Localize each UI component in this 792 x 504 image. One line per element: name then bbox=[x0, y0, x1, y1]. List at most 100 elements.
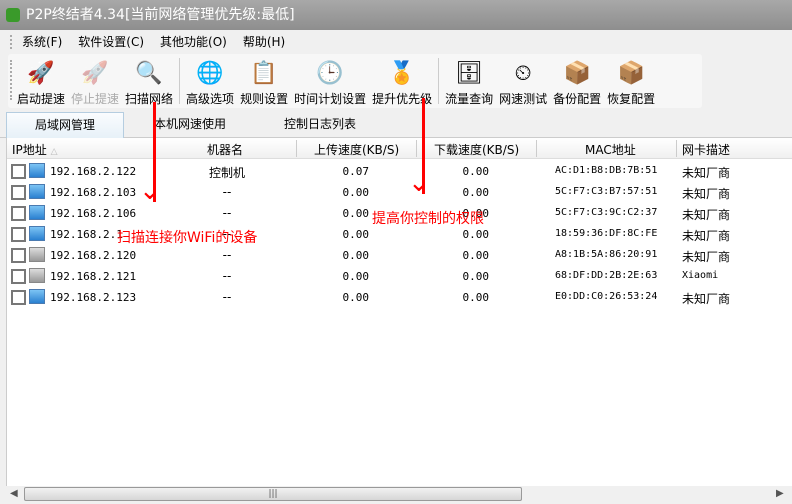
menu-grip[interactable] bbox=[10, 35, 12, 49]
rocket-disabled-icon: 🚀 bbox=[81, 60, 109, 86]
col-mac[interactable]: MAC地址 bbox=[585, 141, 636, 158]
computer-icon bbox=[29, 226, 45, 241]
toolbar-label: 规则设置 bbox=[240, 92, 289, 106]
box-download-icon: 📦 bbox=[563, 60, 591, 86]
toolbar-button-4[interactable]: 📋 规则设置 bbox=[237, 54, 291, 108]
cell-upload: 0.07 bbox=[342, 165, 370, 178]
cell-vendor: 未知厂商 bbox=[682, 250, 731, 264]
cell-vendor: 未知厂商 bbox=[682, 166, 731, 180]
tab-lan-management[interactable]: 局域网管理 bbox=[6, 112, 124, 138]
cell-download: 0.00 bbox=[462, 291, 490, 304]
cell-mac: 5C:F7:C3:9C:C2:37 bbox=[555, 207, 658, 218]
row-checkbox[interactable] bbox=[11, 290, 26, 305]
row-checkbox[interactable] bbox=[11, 164, 26, 179]
toolbar-grip[interactable] bbox=[10, 60, 12, 100]
cell-vendor: 未知厂商 bbox=[682, 208, 731, 222]
row-checkbox[interactable] bbox=[11, 206, 26, 221]
toolbar-label: 高级选项 bbox=[186, 92, 235, 106]
annotation-scan-text: 扫描连接你WiFi的设备 bbox=[117, 230, 258, 246]
cell-name: 控制机 bbox=[208, 166, 245, 180]
annotation-arrowhead-priority: ⌄ bbox=[408, 168, 430, 198]
cell-mac: 5C:F7:C3:B7:57:51 bbox=[555, 186, 658, 197]
computer-icon bbox=[29, 268, 45, 283]
computer-icon bbox=[29, 289, 45, 304]
cell-vendor: Xiaomi bbox=[682, 270, 719, 281]
cell-ip: 192.168.2.123 bbox=[50, 291, 137, 304]
row-checkbox[interactable] bbox=[11, 269, 26, 284]
tab-bar: 局域网管理 本机网速使用 控制日志列表 bbox=[0, 108, 792, 138]
cell-mac: A8:1B:5A:86:20:91 bbox=[555, 249, 658, 260]
cell-download: 0.00 bbox=[462, 165, 490, 178]
app-logo-icon bbox=[6, 8, 20, 22]
toolbar-button-7[interactable]: 🗄 流量查询 bbox=[442, 54, 496, 108]
table-row[interactable]: 192.168.2.122 控制机 0.07 0.00 AC:D1:B8:DB:… bbox=[7, 161, 792, 182]
row-checkbox[interactable] bbox=[11, 185, 26, 200]
box-restore-icon: 📦 bbox=[617, 60, 645, 86]
device-list: IP地址 △ 机器名 上传速度(KB/S) 下载速度(KB/S) MAC地址 网… bbox=[6, 138, 792, 486]
sort-asc-icon: △ bbox=[50, 147, 58, 157]
col-upload[interactable]: 上传速度(KB/S) bbox=[314, 141, 399, 158]
toolbar-label: 停止提速 bbox=[71, 92, 120, 106]
toolbar-button-8[interactable]: ⏲ 网速测试 bbox=[496, 54, 550, 108]
cell-ip: 192.168.2.103 bbox=[50, 186, 137, 199]
toolbar-button-9[interactable]: 📦 备份配置 bbox=[550, 54, 604, 108]
speedometer-icon: ⏲ bbox=[514, 60, 532, 86]
toolbar-button-10[interactable]: 📦 恢复配置 bbox=[604, 54, 658, 108]
table-row[interactable]: 192.168.2.123 -- 0.00 0.00 E0:DD:C0:26:5… bbox=[7, 287, 792, 308]
menu-bar: 系统(F) 软件设置(C) 其他功能(O) 帮助(H) bbox=[0, 31, 792, 53]
scroll-right-icon[interactable]: ▶ bbox=[776, 488, 784, 499]
table-row[interactable]: 192.168.2.120 -- 0.00 0.00 A8:1B:5A:86:2… bbox=[7, 245, 792, 266]
cell-name: -- bbox=[222, 206, 232, 220]
rocket-icon: 🚀 bbox=[27, 60, 55, 86]
menu-other[interactable]: 其他功能(O) bbox=[152, 31, 235, 53]
scroll-left-icon[interactable]: ◀ bbox=[10, 488, 18, 499]
cell-upload: 0.00 bbox=[342, 207, 370, 220]
menu-settings[interactable]: 软件设置(C) bbox=[70, 31, 152, 53]
toolbar-button-3[interactable]: 🌐 高级选项 bbox=[183, 54, 237, 108]
toolbar-separator bbox=[438, 58, 440, 104]
cell-ip: 192.168.2.1 bbox=[50, 228, 123, 241]
toolbar-label: 流量查询 bbox=[445, 92, 494, 106]
toolbar-label: 时间计划设置 bbox=[294, 92, 367, 106]
cell-name: -- bbox=[222, 290, 232, 304]
row-checkbox[interactable] bbox=[11, 227, 26, 242]
menu-help[interactable]: 帮助(H) bbox=[235, 31, 293, 53]
clock-icon: 🕒 bbox=[316, 60, 344, 86]
menu-system[interactable]: 系统(F) bbox=[14, 31, 70, 53]
cell-upload: 0.00 bbox=[342, 186, 370, 199]
cell-name: -- bbox=[222, 185, 232, 199]
table-row[interactable]: 192.168.2.103 -- 0.00 0.00 5C:F7:C3:B7:5… bbox=[7, 182, 792, 203]
cell-name: -- bbox=[222, 248, 232, 262]
toolbar-button-6[interactable]: 🏅 提升优先级 bbox=[369, 54, 435, 108]
globe-gear-icon: 🌐 bbox=[196, 60, 224, 86]
col-ip[interactable]: IP地址 △ bbox=[12, 141, 58, 158]
toolbar-button-2[interactable]: 🔍 扫描网络 bbox=[122, 54, 176, 108]
medal-icon: 🏅 bbox=[388, 60, 416, 86]
list-header: IP地址 △ 机器名 上传速度(KB/S) 下载速度(KB/S) MAC地址 网… bbox=[7, 138, 792, 159]
cell-ip: 192.168.2.120 bbox=[50, 249, 137, 262]
tab-control-log[interactable]: 控制日志列表 bbox=[270, 112, 370, 138]
cell-mac: 18:59:36:DF:8C:FE bbox=[555, 228, 658, 239]
title-bar: P2P终结者4.34[当前网络管理优先级:最低] bbox=[0, 0, 792, 30]
row-checkbox[interactable] bbox=[11, 248, 26, 263]
cell-download: 0.00 bbox=[462, 186, 490, 199]
col-vendor[interactable]: 网卡描述 bbox=[682, 141, 730, 158]
cell-vendor: 未知厂商 bbox=[682, 229, 731, 243]
table-row[interactable]: 192.168.2.121 -- 0.00 0.00 68:DF:DD:2B:2… bbox=[7, 266, 792, 287]
toolbar-button-0[interactable]: 🚀 启动提速 bbox=[14, 54, 68, 108]
cell-mac: E0:DD:C0:26:53:24 bbox=[555, 291, 658, 302]
cell-ip: 192.168.2.106 bbox=[50, 207, 137, 220]
col-name[interactable]: 机器名 bbox=[207, 141, 243, 158]
scroll-thumb[interactable]: ||| bbox=[24, 487, 522, 501]
col-download[interactable]: 下载速度(KB/S) bbox=[434, 141, 519, 158]
cell-mac: AC:D1:B8:DB:7B:51 bbox=[555, 165, 658, 176]
toolbar-label: 启动提速 bbox=[17, 92, 66, 106]
horizontal-scrollbar[interactable]: ◀ ||| ▶ bbox=[6, 486, 792, 503]
toolbar-button-5[interactable]: 🕒 时间计划设置 bbox=[291, 54, 369, 108]
toolbar-label: 扫描网络 bbox=[125, 92, 174, 106]
toolbar-button-1[interactable]: 🚀 停止提速 bbox=[68, 54, 122, 108]
database-globe-icon: 🗄 bbox=[455, 60, 484, 86]
toolbar: 🚀 启动提速 🚀 停止提速 🔍 扫描网络 🌐 高级选项 📋 规则设置 🕒 时间计划设置 🏅 提升优先级 🗄 流… bbox=[8, 54, 702, 108]
cell-vendor: 未知厂商 bbox=[682, 187, 731, 201]
cell-upload: 0.00 bbox=[342, 249, 370, 262]
